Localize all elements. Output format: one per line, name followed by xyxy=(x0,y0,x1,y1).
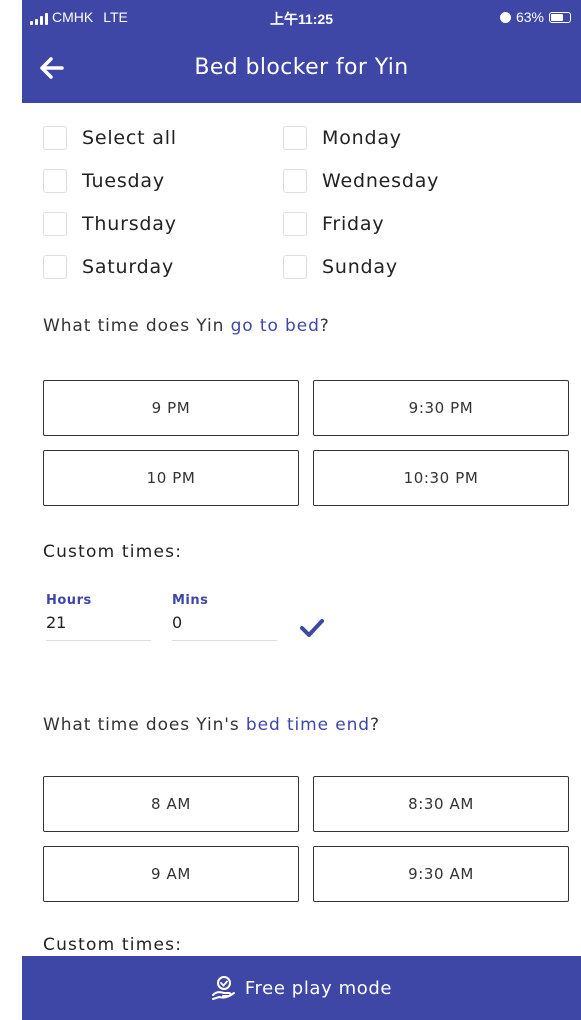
day-label: Wednesday xyxy=(322,169,440,192)
battery-percent: 63% xyxy=(515,9,544,25)
day-option-saturday[interactable]: Saturday xyxy=(43,245,283,288)
status-right: 63% xyxy=(499,9,571,25)
hours-input[interactable]: 21 xyxy=(46,613,151,635)
mins-label: Mins xyxy=(172,593,209,608)
checkmark-icon xyxy=(300,619,324,637)
question-suffix: ? xyxy=(319,316,330,336)
question-highlight: bed time end xyxy=(245,715,370,735)
hours-field[interactable]: Hours 21 xyxy=(46,593,151,641)
day-option-friday[interactable]: Friday xyxy=(283,202,523,245)
day-label: Tuesday xyxy=(82,169,165,192)
monday-checkbox[interactable] xyxy=(283,125,307,150)
day-option-tuesday[interactable]: Tuesday xyxy=(43,159,283,202)
day-option-wednesday[interactable]: Wednesday xyxy=(283,159,523,202)
bedtime-option-button[interactable]: 10:30 PM xyxy=(313,450,569,506)
bedtime-option-button[interactable]: 10 PM xyxy=(43,450,299,506)
day-label: Sunday xyxy=(322,255,398,278)
bedtime-end-option-button[interactable]: 8:30 AM xyxy=(313,776,569,832)
alarm-icon xyxy=(499,11,511,23)
hand-clock-icon xyxy=(211,976,235,1000)
day-label: Select all xyxy=(82,126,177,149)
wednesday-checkbox[interactable] xyxy=(283,168,307,193)
tuesday-checkbox[interactable] xyxy=(43,168,67,193)
day-row: Thursday Friday xyxy=(43,202,523,245)
bedtime-end-option-button[interactable]: 9 AM xyxy=(43,846,299,902)
bedtime-option-button[interactable]: 9:30 PM xyxy=(313,380,569,436)
day-label: Monday xyxy=(322,126,402,149)
day-option-select-all[interactable]: Select all xyxy=(43,116,283,159)
bedtime-end-option-button[interactable]: 9:30 AM xyxy=(313,846,569,902)
status-bar: CMHK LTE 上午11:25 63% xyxy=(22,0,581,36)
page-title: Bed blocker for Yin xyxy=(194,55,409,80)
day-option-monday[interactable]: Monday xyxy=(283,116,523,159)
bedtime-end-options: 8 AM 8:30 AM 9 AM 9:30 AM xyxy=(43,776,569,902)
hours-underline xyxy=(46,640,151,641)
day-row: Select all Monday xyxy=(43,116,523,159)
bedtime-option-button[interactable]: 9 PM xyxy=(43,380,299,436)
free-play-mode-label: Free play mode xyxy=(244,977,393,999)
bedtime-options: 9 PM 9:30 PM 10 PM 10:30 PM xyxy=(43,380,569,506)
bedtime-end-question: What time does Yin's bed time end? xyxy=(43,715,380,735)
bedtime-question: What time does Yin go to bed? xyxy=(43,316,330,336)
day-label: Friday xyxy=(322,212,385,235)
day-row: Tuesday Wednesday xyxy=(43,159,523,202)
question-highlight: go to bed xyxy=(230,316,320,336)
custom-times-label: Custom times: xyxy=(43,935,183,955)
day-label: Thursday xyxy=(82,212,177,235)
friday-checkbox[interactable] xyxy=(283,211,307,236)
app-bar: Bed blocker for Yin xyxy=(22,36,581,103)
mins-field[interactable]: Mins 0 xyxy=(172,593,277,641)
question-text: What time does Yin's xyxy=(43,715,246,735)
day-row: Saturday Sunday xyxy=(43,245,523,288)
day-selector: Select all Monday Tuesday Wednesday Thur… xyxy=(43,116,523,288)
day-option-sunday[interactable]: Sunday xyxy=(283,245,523,288)
day-label: Saturday xyxy=(82,255,175,278)
mins-underline xyxy=(172,640,277,641)
free-play-mode-button[interactable]: Free play mode xyxy=(22,956,581,1020)
saturday-checkbox[interactable] xyxy=(43,254,67,279)
select-all-checkbox[interactable] xyxy=(43,125,67,150)
battery-icon xyxy=(549,11,571,23)
confirm-button[interactable] xyxy=(300,618,324,638)
custom-times-label: Custom times: xyxy=(43,542,183,562)
status-time: 上午11:25 xyxy=(269,11,334,27)
day-option-thursday[interactable]: Thursday xyxy=(43,202,283,245)
question-suffix: ? xyxy=(370,715,380,735)
bedtime-end-option-button[interactable]: 8 AM xyxy=(43,776,299,832)
sunday-checkbox[interactable] xyxy=(283,254,307,279)
mins-input[interactable]: 0 xyxy=(172,613,277,635)
question-text: What time does Yin xyxy=(43,316,231,336)
hours-label: Hours xyxy=(46,593,92,608)
thursday-checkbox[interactable] xyxy=(43,211,67,236)
